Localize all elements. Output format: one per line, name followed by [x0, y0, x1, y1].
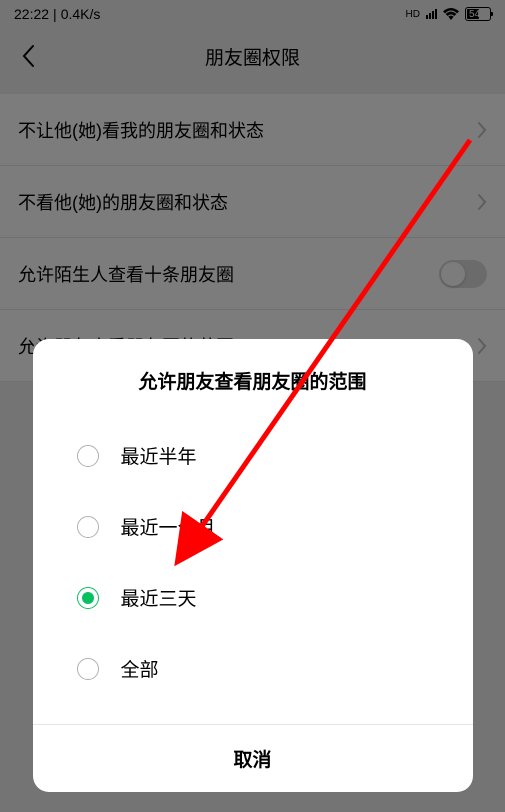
option-one-month[interactable]: 最近一个月 [33, 491, 473, 562]
option-label: 最近一个月 [121, 513, 216, 540]
modal-overlay[interactable]: 允许朋友查看朋友圈的范围 最近半年 最近一个月 最近三天 全部 取消 [0, 0, 505, 812]
radio-icon [77, 445, 99, 467]
option-half-year[interactable]: 最近半年 [33, 420, 473, 491]
sheet-options: 最近半年 最近一个月 最近三天 全部 [33, 412, 473, 724]
sheet-title: 允许朋友查看朋友圈的范围 [33, 339, 473, 412]
option-label: 最近半年 [121, 442, 197, 469]
radio-icon [77, 516, 99, 538]
option-three-days[interactable]: 最近三天 [33, 562, 473, 633]
option-all[interactable]: 全部 [33, 633, 473, 704]
action-sheet: 允许朋友查看朋友圈的范围 最近半年 最近一个月 最近三天 全部 取消 [33, 339, 473, 792]
radio-icon-selected [77, 587, 99, 609]
option-label: 全部 [121, 655, 159, 682]
radio-icon [77, 658, 99, 680]
cancel-button[interactable]: 取消 [33, 724, 473, 792]
option-label: 最近三天 [121, 584, 197, 611]
